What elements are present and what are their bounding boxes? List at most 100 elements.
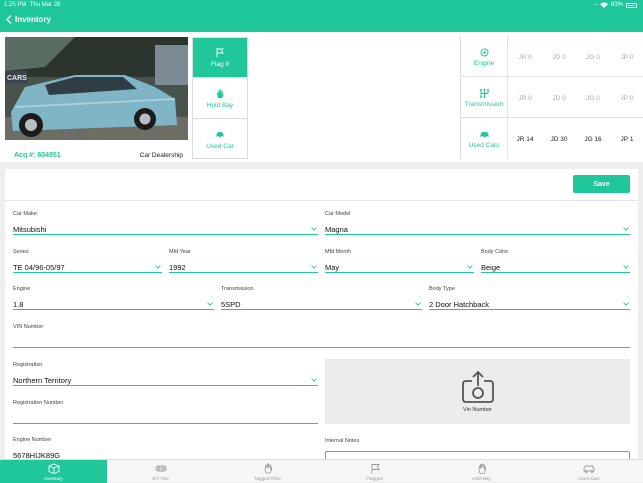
save-button[interactable]: Save <box>573 175 630 193</box>
tab-et-text[interactable]: E/T Text <box>107 460 214 483</box>
grid-cell-jp[interactable]: JP 0 <box>610 78 643 118</box>
transmission-icon <box>479 88 489 98</box>
registration-number-input[interactable] <box>13 413 318 424</box>
body-type-field: Body Type 2 Door Hatchback <box>429 286 630 310</box>
vehicle-photo[interactable]: CARS <box>5 37 188 140</box>
transmission-value: 5SPD <box>221 300 241 309</box>
grid-label-used-cars[interactable]: Used Cars <box>461 119 508 159</box>
registration-select[interactable]: Northern Territory <box>13 375 318 386</box>
grid-label-transmission[interactable]: Transmission <box>461 78 508 118</box>
chevron-down-icon <box>311 378 317 382</box>
mfd-year-select[interactable]: 1992 <box>169 262 318 273</box>
car-icon <box>216 132 224 138</box>
grid-cell-jg[interactable]: JG 0 <box>576 37 610 77</box>
car-icon <box>583 465 595 473</box>
grid-label-text: Transmission <box>464 100 504 108</box>
chevron-down-icon <box>311 265 317 269</box>
grid-cell-jd[interactable]: JD 30 <box>542 119 576 159</box>
car-photo-image: CARS <box>5 37 188 140</box>
chevron-left-icon <box>6 15 12 24</box>
chevron-down-icon <box>467 265 473 269</box>
flag-it-button[interactable]: Flag It <box>193 38 247 78</box>
battery-icon <box>626 2 637 8</box>
tab-hold-bay[interactable]: Hold Bay <box>428 460 535 483</box>
transmission-select[interactable]: 5SPD <box>221 299 422 310</box>
vin-label: VIN Number <box>13 324 44 330</box>
hold-bay-button[interactable]: Hold Bay <box>193 79 247 119</box>
car-model-field: Car Model Magna <box>325 211 630 235</box>
flag-icon <box>216 47 224 57</box>
camera-upload-icon <box>461 370 494 403</box>
grid-cell-jg[interactable]: JG 16 <box>576 119 610 159</box>
mfd-year-label: Mfd Year <box>169 249 191 255</box>
vin-upload-label: Vin Number <box>463 407 492 413</box>
car-make-select[interactable]: Mitsubishi <box>13 224 318 235</box>
tab-label: Tagged Parts <box>254 475 281 481</box>
wifi-icon <box>599 2 608 8</box>
grid-label-engine[interactable]: Engine <box>461 37 508 77</box>
tab-flagged[interactable]: Flagged <box>321 460 428 483</box>
engine-number-field: Engine Number 5678HIJK89G <box>13 437 318 461</box>
series-value: TE 04/96-05/97 <box>13 263 65 272</box>
mfd-year-field: Mfd Year 1992 <box>169 249 318 273</box>
grid-row-used-cars: Used Cars JR 14 JD 30 JG 16 JP 1 <box>461 119 643 159</box>
used-car-button[interactable]: Used Car <box>193 120 247 160</box>
mfd-month-select[interactable]: May <box>325 262 474 273</box>
status-time: 1:25 PM <box>4 2 27 8</box>
grid-cell-jr[interactable]: JR 0 <box>508 78 542 118</box>
back-button[interactable]: Inventory <box>6 15 51 24</box>
tab-used-cars[interactable]: Used Cars <box>535 460 643 483</box>
grid-cell-jr[interactable]: JR 0 <box>508 37 542 77</box>
registration-value: Northern Territory <box>13 376 72 385</box>
vehicle-photo-card: CARS Acq #: 604951 Car Dealership <box>5 37 188 172</box>
status-date: Thu Mar 28 <box>29 2 61 8</box>
tab-label: Inventory <box>44 475 63 481</box>
hand-icon <box>478 463 486 474</box>
tab-tagged-parts[interactable]: Tagged Parts <box>214 460 321 483</box>
hand-icon <box>217 89 224 98</box>
grid-cell-jp[interactable]: JP 1 <box>610 119 643 159</box>
used-car-label: Used Car <box>206 143 234 150</box>
grid-cell-jr[interactable]: JR 14 <box>508 119 542 159</box>
action-buttons: Flag It Hold Bay Used Car <box>192 37 248 159</box>
body-color-label: Body Color <box>481 249 509 255</box>
vin-field: VIN Number <box>13 324 630 348</box>
engine-label: Engine <box>13 286 31 292</box>
series-select[interactable]: TE 04/96-05/97 <box>13 262 162 273</box>
box-icon <box>48 463 59 474</box>
nav-bar: Inventory <box>0 10 643 32</box>
car-make-label: Car Make <box>13 211 37 217</box>
engine-number-label: Engine Number <box>13 437 52 443</box>
photo-sign: CARS <box>7 75 27 82</box>
body-type-select[interactable]: 2 Door Hatchback <box>429 299 630 310</box>
grid-cell-jg[interactable]: JG 0 <box>576 78 610 118</box>
series-field: Series TE 04/96-05/97 <box>13 249 162 273</box>
flag-it-label: Flag It <box>210 60 230 68</box>
flag-icon <box>371 463 380 473</box>
tab-inventory[interactable]: Inventory <box>0 460 107 483</box>
status-bar: 1:25 PM Thu Mar 28 ···· 83% <box>0 0 643 10</box>
engine-field: Engine 1.8 <box>13 286 214 310</box>
vehicle-form: Save Car Make Mitsubishi Car Model Magna… <box>5 169 638 461</box>
vin-input[interactable] <box>13 337 630 348</box>
engine-select[interactable]: 1.8 <box>13 299 214 310</box>
grid-label-text: Engine <box>473 59 495 67</box>
car-model-value: Magna <box>325 225 348 234</box>
engine-icon <box>480 48 488 56</box>
body-type-value: 2 Door Hatchback <box>429 300 490 309</box>
grid-cell-jp[interactable]: JP 0 <box>610 37 643 77</box>
vehicle-summary-panel: CARS Acq #: 604951 Car Dealership Flag I… <box>0 32 643 162</box>
body-color-select[interactable]: Beige <box>481 262 630 273</box>
body-color-field: Body Color Beige <box>481 249 630 273</box>
car-model-select[interactable]: Magna <box>325 224 630 235</box>
registration-label: Registration <box>13 362 43 368</box>
internal-notes-input[interactable] <box>325 451 630 459</box>
grid-cell-jd[interactable]: JD 0 <box>542 78 576 118</box>
internal-notes-label: Internal Notes <box>325 438 360 444</box>
body-type-label: Body Type <box>429 286 455 292</box>
status-right: ···· 83% <box>593 0 637 10</box>
mfd-year-value: 1992 <box>169 263 186 272</box>
grid-cell-jd[interactable]: JD 0 <box>542 37 576 77</box>
vehicle-source: Car Dealership <box>139 152 183 159</box>
vin-photo-upload[interactable]: Vin Number <box>325 359 630 424</box>
